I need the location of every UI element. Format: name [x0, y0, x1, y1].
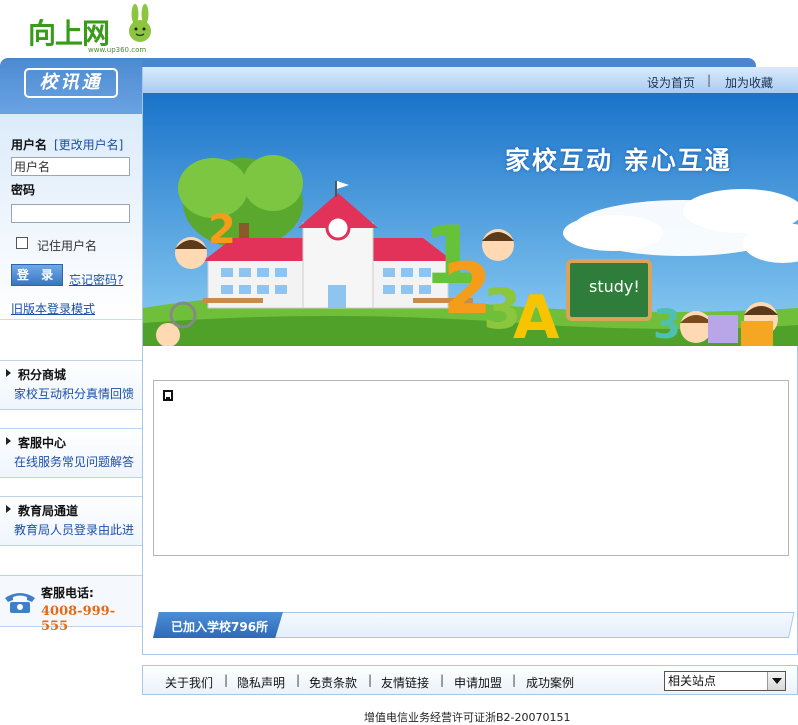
- footer-link-cases[interactable]: 成功案例: [526, 674, 574, 691]
- section-subtitle[interactable]: 教育局人员登录由此进: [14, 521, 134, 538]
- sidebar-item-education-bureau[interactable]: 教育局通道 教育局人员登录由此进: [0, 496, 142, 546]
- svg-text:3: 3: [653, 302, 681, 346]
- change-username-link[interactable]: [更改用户名]: [54, 136, 123, 153]
- announcement-box: [153, 380, 789, 556]
- triangle-right-icon: [6, 369, 11, 377]
- license-text: 增值电信业务经营许可证浙B2-20070151: [364, 711, 571, 724]
- footer-bar: 关于我们 | 隐私声明 | 免责条款 | 友情链接 | 申请加盟 | 成功案例 …: [142, 665, 798, 695]
- section-title: 积分商城: [18, 368, 67, 382]
- login-button[interactable]: 登 录: [11, 264, 63, 286]
- logo-url: www.up360.com: [88, 46, 147, 54]
- related-sites-value: 相关站点: [668, 674, 717, 688]
- footer-link-join[interactable]: 申请加盟: [454, 674, 502, 691]
- section-subtitle[interactable]: 家校互动积分真情回馈: [14, 385, 134, 402]
- main-top-bar: 设为首页 | 加为收藏: [143, 67, 798, 93]
- banner-slogan: 家校互动 亲心互通: [505, 146, 732, 175]
- old-version-login-link[interactable]: 旧版本登录模式: [11, 300, 95, 317]
- footer-separator: |: [224, 673, 229, 687]
- sidebar-item-customer-service[interactable]: 客服中心 在线服务常见问题解答: [0, 428, 142, 478]
- telephone-icon: [5, 593, 35, 613]
- footer-separator: |: [296, 673, 301, 687]
- password-input[interactable]: [11, 204, 130, 223]
- main-panel: 设为首页 | 加为收藏 1 2 3 A 2 3 家校互动 亲心互通 study!…: [142, 67, 798, 655]
- top-link-separator: |: [707, 73, 712, 87]
- chevron-down-icon[interactable]: [767, 672, 785, 690]
- hotline-number: 4008-999-555: [41, 604, 116, 634]
- section-subtitle[interactable]: 在线服务常见问题解答: [14, 453, 134, 470]
- document-icon: [163, 390, 173, 401]
- school-count-text: 已加入学校796所: [171, 620, 269, 634]
- sidebar-header: 校讯通: [0, 60, 142, 114]
- svg-text:2: 2: [208, 207, 236, 253]
- bunny-icon: [129, 4, 151, 42]
- triangle-right-icon: [6, 505, 11, 513]
- forgot-password-link[interactable]: 忘记密码?: [69, 271, 123, 288]
- username-input[interactable]: [11, 157, 130, 176]
- add-favorite-link[interactable]: 加为收藏: [725, 74, 773, 91]
- triangle-right-icon: [6, 437, 11, 445]
- set-homepage-link[interactable]: 设为首页: [647, 74, 695, 91]
- password-label: 密码: [11, 183, 36, 197]
- footer-link-friends[interactable]: 友情链接: [381, 674, 429, 691]
- chalkboard-text: study!: [589, 277, 640, 296]
- section-title: 客服中心: [18, 436, 67, 450]
- footer-link-disclaimer[interactable]: 免责条款: [309, 674, 357, 691]
- svg-text:A: A: [513, 283, 560, 346]
- sidebar-item-points-mall[interactable]: 积分商城 家校互动积分真情回馈: [0, 360, 142, 410]
- remember-username-label: 记住用户名: [37, 239, 98, 253]
- hotline-panel: 客服电话: 4008-999-555: [0, 575, 142, 634]
- sidebar-header-title: 校讯通: [24, 68, 118, 98]
- footer-separator: |: [368, 673, 373, 687]
- username-label: 用户名: [11, 138, 48, 152]
- hero-banner: 1 2 3 A 2 3 家校互动 亲心互通 study!: [143, 93, 798, 346]
- hotline-label: 客服电话:: [41, 586, 94, 600]
- footer-link-privacy[interactable]: 隐私声明: [237, 674, 285, 691]
- related-sites-select[interactable]: 相关站点: [664, 671, 786, 691]
- section-title: 教育局通道: [18, 504, 79, 518]
- footer-separator: |: [512, 673, 517, 687]
- footer-separator: |: [440, 673, 445, 687]
- school-illustration: 1 2 3 A 2 3: [143, 93, 798, 346]
- remember-username-checkbox[interactable]: [16, 237, 28, 249]
- footer-link-about[interactable]: 关于我们: [165, 674, 213, 691]
- site-logo[interactable]: 向上网 www.up360.com: [28, 4, 158, 56]
